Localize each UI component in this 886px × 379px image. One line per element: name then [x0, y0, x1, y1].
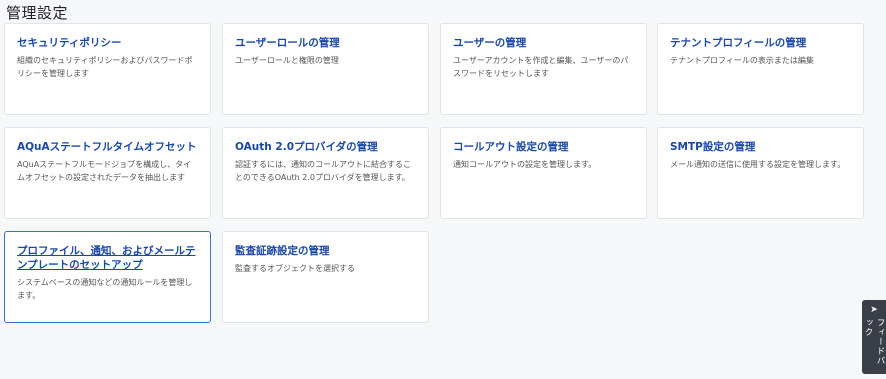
card-tenant-profile[interactable]: テナントプロフィールの管理 テナントプロフィールの表示または編集 — [657, 23, 864, 115]
card-title[interactable]: OAuth 2.0プロバイダの管理 — [235, 140, 416, 154]
card-audit-trail[interactable]: 監査証跡設定の管理 監査するオブジェクトを選択する — [222, 231, 429, 323]
card-description: AQuAステートフルモードジョブを構成し、タイムオフセットの設定されたデータを抽… — [17, 160, 192, 182]
card-description: テナントプロフィールの表示または編集 — [670, 56, 814, 65]
card-description: システムベースの通知などの通知ルールを管理します。 — [17, 278, 193, 300]
card-security-policy[interactable]: セキュリティポリシー 組織のセキュリティポリシーおよびパスワードポリシーを管理し… — [4, 23, 211, 115]
card-smtp-settings[interactable]: SMTP設定の管理 メール通知の送信に使用する設定を管理します。 — [657, 127, 864, 219]
feedback-label: フィードバック — [863, 318, 885, 366]
cursor-arrow-icon: ➤ — [870, 305, 878, 315]
card-callout-settings[interactable]: コールアウト設定の管理 通知コールアウトの設定を管理します。 — [440, 127, 647, 219]
card-description: メール通知の送信に使用する設定を管理します。 — [670, 160, 846, 169]
card-description: ユーザーアカウントを作成と編集、ユーザーのパスワードをリセットします — [453, 56, 629, 78]
card-title[interactable]: ユーザーの管理 — [453, 36, 634, 50]
card-notification-templates[interactable]: プロファイル、通知、およびメールテンプレートのセットアップ システムベースの通知… — [4, 231, 211, 323]
card-description: 通知コールアウトの設定を管理します。 — [453, 160, 597, 169]
card-title[interactable]: プロファイル、通知、およびメールテンプレートのセットアップ — [17, 244, 198, 272]
card-title[interactable]: コールアウト設定の管理 — [453, 140, 634, 154]
card-title[interactable]: ユーザーロールの管理 — [235, 36, 416, 50]
card-aqua-time-offset[interactable]: AQuAステートフルタイムオフセット AQuAステートフルモードジョブを構成し、… — [4, 127, 211, 219]
card-title[interactable]: 監査証跡設定の管理 — [235, 244, 416, 258]
card-title[interactable]: セキュリティポリシー — [17, 36, 198, 50]
card-oauth-providers[interactable]: OAuth 2.0プロバイダの管理 認証するには、通知のコールアウトに結合するこ… — [222, 127, 429, 219]
card-description: ユーザーロールと権限の管理 — [235, 56, 339, 65]
card-description: 認証するには、通知のコールアウトに結合することのできるOAuth 2.0プロバイ… — [235, 160, 411, 182]
card-description: 組織のセキュリティポリシーおよびパスワードポリシーを管理します — [17, 56, 193, 78]
page-title: 管理設定 — [6, 4, 69, 22]
card-description: 監査するオブジェクトを選択する — [235, 264, 355, 273]
card-user-roles[interactable]: ユーザーロールの管理 ユーザーロールと権限の管理 — [222, 23, 429, 115]
card-title[interactable]: テナントプロフィールの管理 — [670, 36, 851, 50]
feedback-button[interactable]: ➤ フィードバック — [862, 300, 886, 374]
card-title[interactable]: SMTP設定の管理 — [670, 140, 851, 154]
card-title[interactable]: AQuAステートフルタイムオフセット — [17, 140, 198, 154]
card-users[interactable]: ユーザーの管理 ユーザーアカウントを作成と編集、ユーザーのパスワードをリセットし… — [440, 23, 647, 115]
